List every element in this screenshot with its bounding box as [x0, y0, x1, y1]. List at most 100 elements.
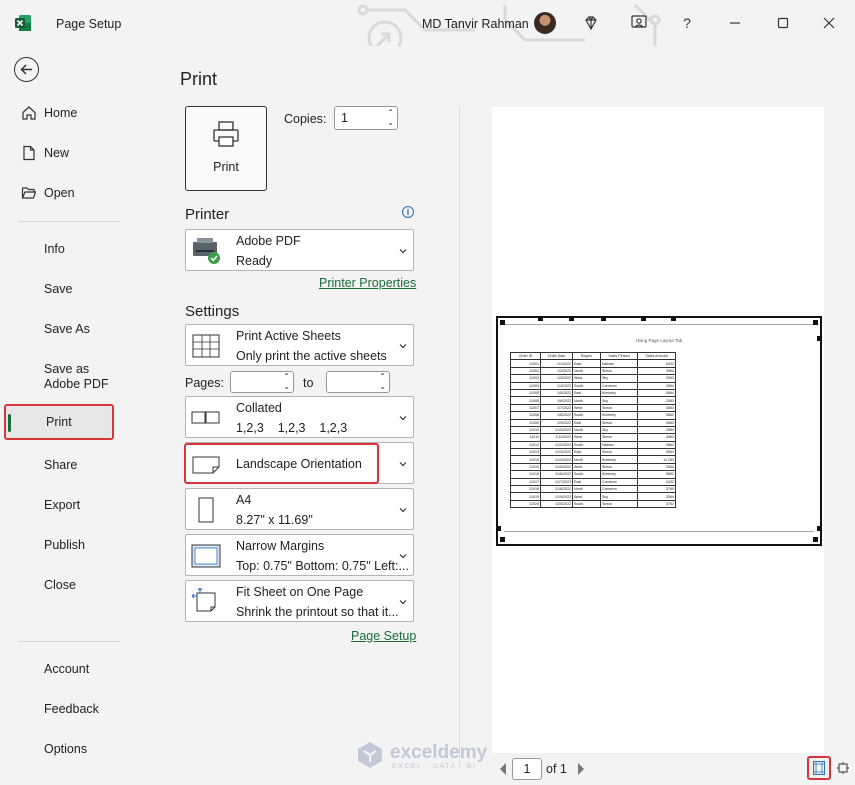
margin-handle[interactable] — [641, 316, 646, 321]
preview-table-cell: Simon — [600, 462, 638, 472]
chevron-down-icon — [399, 249, 407, 254]
nav-item-info[interactable]: Info — [4, 231, 114, 267]
pages-to-spinner[interactable]: ⌃ ⌄ — [379, 372, 386, 392]
pages-from-input[interactable]: ⌃ ⌄ — [230, 371, 294, 393]
collation-dropdown[interactable]: Collated 1,2,3 1,2,3 1,2,3 — [185, 396, 414, 438]
preview-table-row: 11002 1/2/2022 North Simon 3964 — [510, 366, 676, 376]
copies-spinner[interactable]: ⌃ ⌄ — [387, 108, 394, 128]
preview-table-cell: South — [572, 470, 601, 479]
preview-table-cell: 1/15/2022 — [540, 462, 573, 472]
page-setup-link[interactable]: Page Setup — [351, 629, 416, 643]
help-icon[interactable]: ? — [676, 12, 698, 34]
margin-handle[interactable] — [500, 320, 505, 325]
nav-item-feedback[interactable]: Feedback — [4, 691, 114, 727]
margin-handle[interactable] — [671, 316, 676, 321]
preview-table-cell: Kimberly — [600, 470, 638, 479]
nav-item-open[interactable]: Open — [4, 175, 114, 211]
preview-table-cell: 11008 — [510, 411, 541, 420]
preview-table-cell: 2563 — [637, 396, 676, 405]
nav-item-home[interactable]: Home — [4, 95, 114, 131]
watermark-tagline: EXCEL · DATA · BI — [392, 763, 477, 770]
preview-table-cell: 11019 — [510, 492, 541, 501]
coauthor-icon[interactable] — [628, 12, 650, 34]
avatar[interactable] — [534, 12, 556, 34]
preview-table-cell: Nathan — [600, 359, 638, 368]
nav-item-save-as[interactable]: Save As — [4, 311, 114, 347]
preview-table-row: 11017 1/17/2022 East Cameron 3432 — [510, 477, 676, 487]
preview-table-cell: Simon — [600, 403, 638, 413]
nav-item-account[interactable]: Account — [4, 651, 114, 687]
nav-item-label: Publish — [44, 538, 85, 552]
nav-item-share[interactable]: Share — [4, 447, 114, 483]
preview-table-row: 11015 1/15/2022 West Simon 3564 — [510, 462, 676, 472]
nav-item-label: Open — [44, 186, 75, 200]
nav-item-export[interactable]: Export — [4, 487, 114, 523]
nav-item-save-as-adobe-pdf[interactable]: Save as Adobe PDF — [4, 357, 128, 397]
nav-item-label: Print — [46, 415, 72, 429]
margin-handle[interactable] — [813, 320, 818, 325]
preview-column-header: Region — [572, 351, 601, 361]
nav-item-close[interactable]: Close — [4, 567, 114, 603]
nav-item-label: Account — [44, 662, 90, 676]
margins-sub: Top: 0.75" Bottom: 0.75" Left:... — [236, 559, 409, 573]
preview-table-cell: 1/7/2022 — [540, 403, 573, 413]
print-pane: Print Print Copies: 1 ⌃ ⌄ Printer i Adobe… — [140, 46, 855, 785]
paper-size-main: A4 — [236, 493, 252, 507]
preview-table-cell: Sky — [600, 374, 638, 383]
next-page-icon[interactable] — [576, 762, 586, 776]
nav-item-save[interactable]: Save — [4, 271, 114, 307]
margin-handle[interactable] — [817, 526, 822, 531]
preview-table-cell: 11004 — [510, 381, 541, 390]
margin-handle[interactable] — [538, 316, 543, 321]
diamond-icon[interactable] — [580, 12, 602, 34]
nav-item-new[interactable]: New — [4, 135, 114, 171]
maximize-icon[interactable] — [772, 12, 794, 34]
nav-item-options[interactable]: Options — [4, 731, 114, 767]
printer-properties-link[interactable]: Printer Properties — [319, 276, 416, 290]
nav-item-label: New — [44, 146, 70, 160]
printer-dropdown[interactable]: Adobe PDF Ready — [185, 229, 414, 271]
margin-handle[interactable] — [817, 336, 822, 341]
preview-table-cell: 1/6/2022 — [540, 396, 573, 405]
preview-table-cell: 11005 — [510, 388, 541, 398]
preview-table-cell: 3760 — [637, 485, 676, 494]
preview-table-cell: 1/1/2022 — [540, 359, 573, 368]
current-page-input[interactable]: 1 — [512, 758, 542, 780]
preview-column-header: Order ID — [510, 351, 541, 361]
paper-size-dropdown[interactable]: A4 8.27" x 11.69" — [185, 488, 414, 530]
back-button[interactable] — [14, 57, 39, 82]
margin-handle[interactable] — [496, 526, 501, 531]
previous-page-icon[interactable] — [498, 762, 508, 776]
preview-table-cell: Cameron — [600, 485, 638, 494]
margins-main: Narrow Margins — [236, 539, 325, 553]
margin-handle[interactable] — [500, 537, 505, 542]
preview-table-cell: Kimberly — [600, 411, 638, 420]
margin-handle[interactable] — [569, 316, 574, 321]
nav-item-print[interactable]: Print — [4, 404, 114, 440]
preview-table-row: 11004 1/4/2022 South Cameron 3564 — [510, 381, 676, 390]
info-icon[interactable]: i — [402, 206, 414, 218]
margin-handle[interactable] — [601, 316, 606, 321]
preview-table-row: 11003 1/3/2022 West Sky 2563 — [510, 374, 676, 383]
preview-table-cell: North — [572, 396, 601, 405]
pages-to-input[interactable]: ⌃ ⌄ — [326, 371, 390, 393]
copies-input[interactable]: 1 ⌃ ⌄ — [334, 106, 398, 130]
user-name[interactable]: MD Tanvir Rahman — [422, 17, 529, 31]
scaling-dropdown[interactable]: Fit Sheet on One Page Shrink the printou… — [185, 580, 414, 622]
print-what-dropdown[interactable]: Print Active Sheets Only print the activ… — [185, 324, 414, 366]
close-icon[interactable] — [818, 12, 840, 34]
chevron-down-icon — [399, 462, 407, 467]
zoom-to-page-button[interactable] — [832, 757, 854, 779]
nav-item-publish[interactable]: Publish — [4, 527, 114, 563]
margins-dropdown[interactable]: Narrow Margins Top: 0.75" Bottom: 0.75" … — [185, 534, 414, 576]
pages-from-spinner[interactable]: ⌃ ⌄ — [283, 372, 290, 392]
show-margins-button[interactable] — [807, 756, 831, 780]
preview-table-cell: 5963 — [637, 448, 676, 457]
print-button[interactable]: Print — [185, 106, 267, 191]
preview-table-row: 11001 1/1/2022 East Nathan 5432 — [510, 359, 676, 368]
margin-handle[interactable] — [813, 537, 818, 542]
minimize-icon[interactable] — [724, 12, 746, 34]
chevron-down-icon — [399, 344, 407, 349]
preview-table-cell: 5864 — [637, 388, 676, 398]
preview-table-cell: Simon — [600, 366, 638, 376]
